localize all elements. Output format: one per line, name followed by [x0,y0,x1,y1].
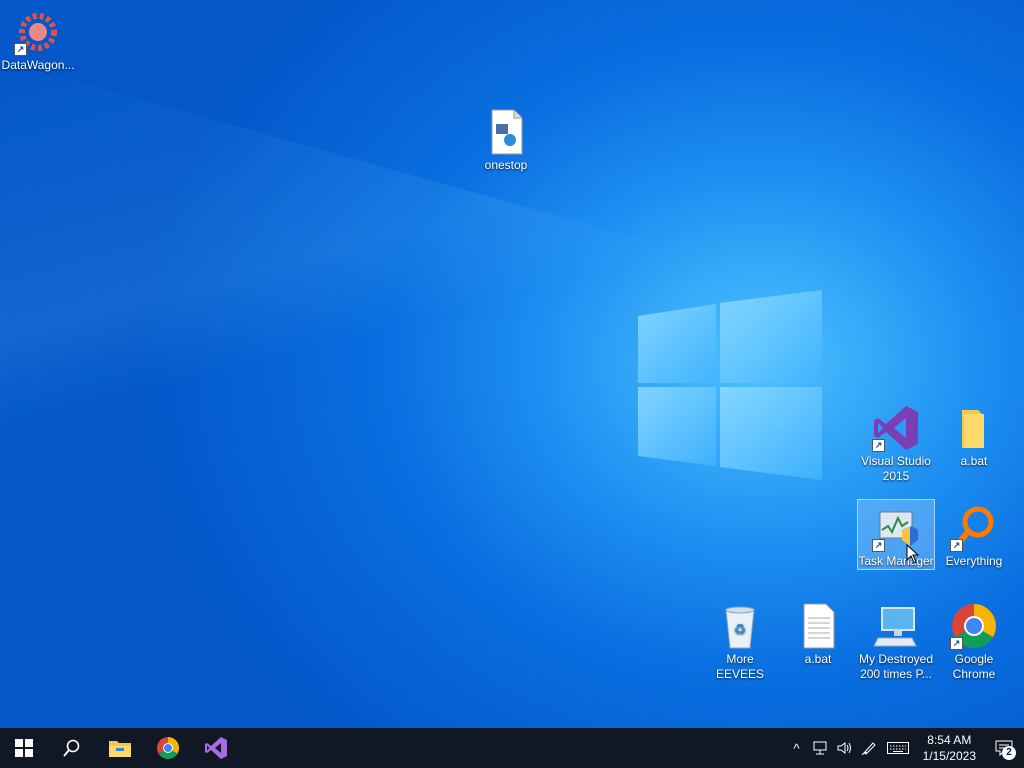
desktop-icon-label: Everything [945,554,1003,568]
desktop-icon-a-bat-folder[interactable]: a.bat [936,400,1012,469]
windows-logo-wallpaper [638,290,822,480]
desktop-icon-task-manager[interactable]: ↗ Task Manager [857,499,935,570]
desktop-icon-onestop[interactable]: onestop [468,104,544,173]
text-document-icon [794,602,842,650]
file-explorer-icon [109,741,131,757]
shortcut-arrow-icon: ↗ [950,637,963,650]
shortcut-arrow-icon: ↗ [950,539,963,552]
desktop-icon-label: Visual Studio 2015 [861,454,931,483]
taskbar-visual-studio[interactable] [192,728,240,768]
pen-workspace-button[interactable] [857,728,881,768]
desktop-icon-label: Google Chrome [952,652,996,681]
start-button[interactable] [0,728,48,768]
touch-keyboard-button[interactable] [881,728,915,768]
desktop-icon-label: My Destroyed 200 times P... [858,652,934,681]
folder-icon [950,404,998,452]
shortcut-arrow-icon: ↗ [872,539,885,552]
system-tray: ^ 8:54 AM 1/15/2023 2 [785,728,1024,768]
desktop-icon-recycle-bin[interactable]: ♻ More EEVEES [702,598,778,682]
desktop-icon-label: a.bat [804,652,832,666]
desktop-icon-a-bat-file[interactable]: a.bat [780,598,856,667]
volume-button[interactable] [833,728,857,768]
desktop-icon-label: Task Manager [858,554,934,568]
show-hidden-icons-button[interactable]: ^ [785,728,809,768]
everything-search-icon: ↗ [950,504,998,552]
notification-count-badge: 2 [1002,746,1016,760]
taskbar: ^ 8:54 AM 1/15/2023 2 [0,728,1024,768]
clock-time: 8:54 AM [927,733,972,747]
start-windows-icon [15,739,33,757]
svg-text:♻: ♻ [734,622,747,638]
network-button[interactable] [809,728,833,768]
taskbar-file-explorer[interactable] [96,728,144,768]
desktop-icon-everything[interactable]: ↗ Everything [936,500,1012,569]
clock-date: 1/15/2023 [922,749,976,763]
search-button[interactable] [48,728,96,768]
search-icon [63,739,80,757]
desktop-icon-label: onestop [484,158,528,172]
visual-studio-icon: ↗ [872,404,920,452]
shortcut-arrow-icon: ↗ [14,43,27,56]
taskbar-clock[interactable]: 8:54 AM 1/15/2023 [915,732,984,764]
desktop-icon-label: More EEVEES [715,652,765,681]
action-center-button[interactable]: 2 [984,728,1024,768]
volume-icon [837,742,851,754]
network-icon [813,741,827,755]
desktop-icon-datawagon[interactable]: ↗ DataWagon... [0,4,76,73]
desktop-icon-my-computer[interactable]: My Destroyed 200 times P... [858,598,934,682]
pen-icon [861,742,876,756]
chrome-icon [157,737,179,759]
desktop-icon-label: a.bat [960,454,988,468]
desktop-icon-google-chrome[interactable]: ↗ Google Chrome [936,598,1012,682]
chevron-up-icon: ^ [793,740,800,756]
chrome-icon: ↗ [950,602,998,650]
keyboard-icon [886,742,909,754]
mouse-cursor-icon [906,544,920,564]
desktop-icon-label: DataWagon... [1,58,75,72]
visual-studio-icon [205,737,227,759]
computer-icon [872,602,920,650]
recycle-bin-icon: ♻ [716,602,764,650]
gear-app-icon: ↗ [14,8,62,56]
shortcut-arrow-icon: ↗ [872,439,885,452]
taskbar-chrome[interactable] [144,728,192,768]
desktop-icon-visual-studio[interactable]: ↗ Visual Studio 2015 [858,400,934,484]
media-file-icon [482,108,530,156]
